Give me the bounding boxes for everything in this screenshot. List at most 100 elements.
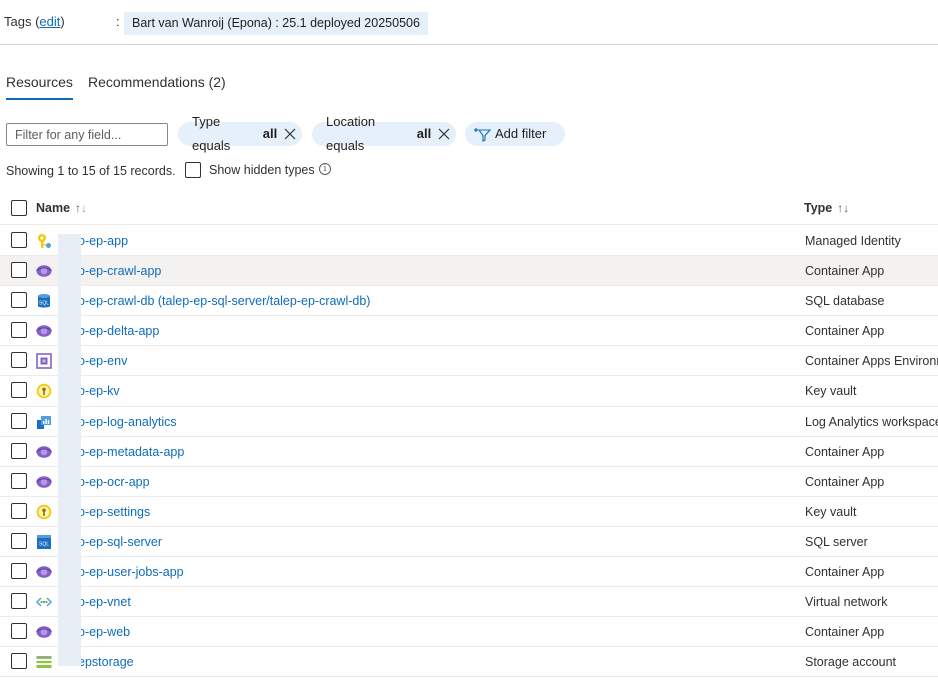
add-filter-label: Add filter — [495, 126, 547, 141]
remove-location-filter-icon[interactable] — [431, 122, 456, 146]
column-header-type[interactable]: Type ↑↓ — [804, 201, 849, 215]
table-row[interactable]: epstorage Storage account — [0, 647, 938, 678]
table-row[interactable]: o-ep-app Managed Identity — [0, 226, 938, 257]
table-row[interactable]: o-ep-crawl-app Container App — [0, 256, 938, 287]
table-row[interactable]: o-ep-web Container App — [0, 617, 938, 648]
table-row[interactable]: o-ep-ocr-app Container App — [0, 467, 938, 497]
table-row[interactable]: o-ep-user-jobs-app Container App — [0, 557, 938, 588]
container-app-icon — [36, 323, 52, 339]
info-icon[interactable]: i — [319, 163, 331, 175]
table-row[interactable]: o-ep-delta-app Container App — [0, 316, 938, 347]
type-filter-label: Type equals — [192, 114, 231, 153]
resource-type: Storage account — [805, 655, 897, 670]
managed-identity-icon — [36, 233, 52, 249]
svg-text:SQL: SQL — [39, 541, 49, 547]
row-checkbox[interactable] — [11, 653, 27, 670]
row-checkbox[interactable] — [11, 292, 27, 309]
log-analytics-icon — [36, 414, 52, 430]
resource-name-link[interactable]: o-ep-ocr-app — [78, 475, 150, 489]
resource-name-link[interactable]: o-ep-web — [78, 625, 130, 639]
resource-name-link[interactable]: o-ep-app — [78, 234, 128, 248]
row-checkbox[interactable] — [11, 532, 27, 549]
table-row[interactable]: o-ep-log-analytics Log Analytics workspac… — [0, 407, 938, 437]
row-checkbox[interactable] — [11, 593, 27, 610]
show-hidden-label: Show hidden types — [209, 163, 315, 177]
row-checkbox[interactable] — [11, 262, 27, 279]
tags-label: Tags (edit) — [4, 14, 65, 29]
resource-type: Managed Identity — [805, 234, 901, 248]
row-checkbox[interactable] — [11, 352, 27, 369]
row-checkbox[interactable] — [11, 382, 27, 399]
container-apps-environment-icon — [36, 353, 52, 370]
table-row[interactable]: SQL o-ep-crawl-db (talep-ep-sql-server/ta… — [0, 286, 938, 317]
show-hidden-checkbox[interactable] — [185, 162, 201, 178]
resource-type: Virtual network — [805, 595, 888, 610]
resource-type: Container App — [805, 565, 885, 580]
remove-type-filter-icon[interactable] — [277, 122, 302, 146]
location-filter-value: all — [416, 126, 432, 141]
sql-server-icon: SQL — [36, 534, 52, 550]
resource-name-link[interactable]: epstorage — [78, 655, 134, 669]
container-app-icon — [36, 564, 52, 580]
storage-account-icon — [36, 654, 52, 670]
tags-edit-link[interactable]: edit — [39, 14, 60, 29]
location-filter-label: Location equals — [326, 114, 376, 153]
type-filter-pill[interactable]: Type equals all — [178, 114, 302, 153]
row-checkbox[interactable] — [11, 472, 27, 489]
key-vault-icon — [36, 504, 52, 520]
filter-input[interactable] — [6, 123, 168, 146]
resource-name-link[interactable]: o-ep-metadata-app — [78, 445, 184, 459]
show-hidden-types-toggle[interactable]: Show hidden types — [185, 162, 315, 178]
sql-database-icon: SQL — [36, 293, 52, 309]
resource-name-link[interactable]: o-ep-delta-app — [78, 324, 159, 338]
resource-name-link[interactable]: o-ep-kv — [78, 384, 120, 398]
redaction-overlay — [58, 234, 81, 666]
tab-recommendations[interactable]: Recommendations (2) — [88, 74, 226, 98]
grid-header: Name ↑↓ Type ↑↓ — [0, 192, 938, 225]
row-checkbox[interactable] — [11, 412, 27, 429]
location-filter-pill[interactable]: Location equals all — [312, 114, 456, 153]
container-app-icon — [36, 444, 52, 460]
add-filter-button[interactable]: Add filter — [465, 122, 565, 146]
sort-icon: ↑↓ — [75, 201, 88, 215]
table-row[interactable]: o-ep-vnet Virtual network — [0, 587, 938, 618]
row-checkbox[interactable] — [11, 623, 27, 640]
key-vault-icon — [36, 383, 52, 399]
tags-colon: : — [116, 14, 120, 29]
table-row[interactable]: SQL o-ep-sql-server SQL server — [0, 527, 938, 558]
resource-name-link[interactable]: o-ep-vnet — [78, 595, 131, 609]
resource-name-link[interactable]: o-ep-settings — [78, 505, 150, 519]
resource-type: Log Analytics workspace — [805, 414, 938, 429]
table-row[interactable]: o-ep-settings Key vault — [0, 497, 938, 527]
resource-name-link[interactable]: o-ep-crawl-app — [78, 264, 161, 278]
resource-name-link[interactable]: o-ep-sql-server — [78, 535, 162, 549]
add-filter-icon — [473, 124, 495, 144]
resource-type: Container App — [805, 625, 885, 640]
resource-type: Container Apps Environm — [805, 354, 938, 369]
resource-name-link[interactable]: o-ep-crawl-db (talep-ep-sql-server/talep… — [78, 294, 370, 308]
column-header-name[interactable]: Name ↑↓ — [36, 201, 87, 215]
resource-name-link[interactable]: o-ep-log-analytics — [78, 415, 177, 429]
table-row[interactable]: o-ep-env Container Apps Environm — [0, 346, 938, 377]
resource-type: SQL database — [805, 294, 885, 309]
resource-list: o-ep-app Managed Identity o-ep-crawl-app Co… — [0, 226, 938, 678]
sort-icon: ↑↓ — [837, 201, 850, 215]
row-checkbox[interactable] — [11, 232, 27, 248]
resource-type: Container App — [805, 264, 885, 279]
resource-name-link[interactable]: o-ep-env — [78, 354, 127, 368]
tab-resources[interactable]: Resources — [6, 74, 73, 100]
resource-type: SQL server — [805, 534, 868, 549]
row-checkbox[interactable] — [11, 563, 27, 580]
virtual-network-icon — [35, 594, 53, 610]
table-row[interactable]: o-ep-metadata-app Container App — [0, 437, 938, 467]
resource-name-link[interactable]: o-ep-user-jobs-app — [78, 565, 184, 579]
records-count: Showing 1 to 15 of 15 records. — [6, 164, 176, 178]
resource-type: Container App — [805, 444, 885, 459]
row-checkbox[interactable] — [11, 502, 27, 519]
select-all-checkbox[interactable] — [11, 200, 27, 216]
row-checkbox[interactable] — [11, 322, 27, 339]
resource-type: Container App — [805, 324, 885, 339]
container-app-icon — [36, 474, 52, 490]
table-row[interactable]: o-ep-kv Key vault — [0, 376, 938, 407]
row-checkbox[interactable] — [11, 442, 27, 459]
